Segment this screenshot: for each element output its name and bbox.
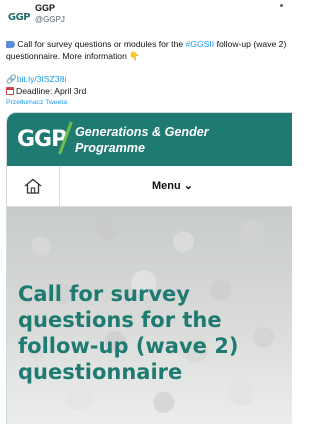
translate-tweet-link[interactable]: Przetłumacz Tweeta — [6, 99, 67, 106]
avatar[interactable]: GGP — [6, 4, 32, 30]
card-header: GGP Generations & Gender Programme — [7, 113, 292, 166]
megaphone-icon — [6, 41, 15, 48]
home-button[interactable] — [7, 166, 60, 206]
tweet-text-part1: Call for survey questions or modules for… — [15, 39, 186, 49]
calendar-icon — [6, 87, 14, 95]
tweet-text: Call for survey questions or modules for… — [6, 39, 288, 62]
brand-name: Generations & Gender Programme — [75, 124, 209, 156]
hero-banner: Call for survey questions for the follow… — [7, 207, 292, 424]
link-icon: 🔗 — [6, 74, 17, 84]
home-icon — [24, 178, 42, 194]
site-nav: Menu ⌄ — [7, 166, 292, 207]
short-link[interactable]: bit.ly/3ISZ38i — [17, 74, 67, 84]
hero-title: Call for survey questions for the follow… — [18, 282, 239, 384]
deadline-line: Deadline: April 3rd — [6, 86, 86, 96]
link-preview-card[interactable]: GGP Generations & Gender Programme Menu … — [6, 112, 292, 424]
avatar-logo: GGP — [7, 11, 31, 23]
menu-label: Menu — [152, 180, 181, 192]
author-name[interactable]: GGP — [35, 3, 55, 13]
brand-line-1: Generations & Gender — [75, 125, 209, 139]
more-options-icon[interactable] — [280, 4, 283, 7]
menu-button[interactable]: Menu ⌄ — [152, 179, 193, 192]
hashtag-link[interactable]: #GGSII — [186, 39, 215, 49]
pointing-down-icon: 👇 — [129, 50, 140, 61]
deadline-text: Deadline: April 3rd — [16, 86, 87, 96]
author-handle[interactable]: @GGPJ — [35, 15, 65, 24]
link-line: 🔗bit.ly/3ISZ38i — [6, 74, 66, 85]
brand-line-2: Programme — [75, 141, 145, 155]
chevron-down-icon: ⌄ — [183, 180, 194, 192]
